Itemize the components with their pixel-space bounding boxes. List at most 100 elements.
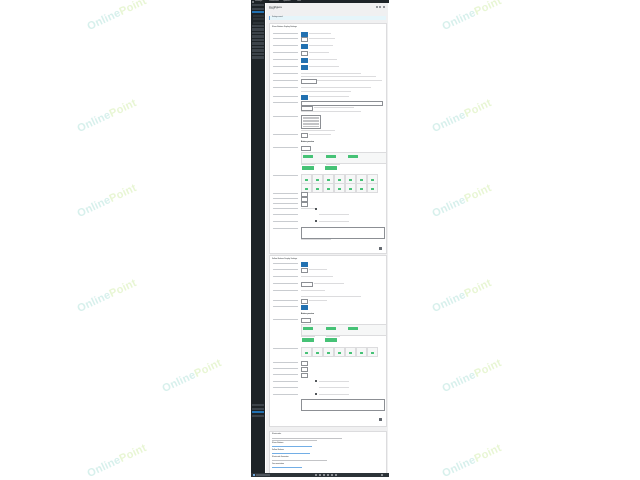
tray-icon[interactable] bbox=[381, 473, 384, 477]
preview-button-large[interactable] bbox=[325, 166, 337, 170]
field-help bbox=[301, 275, 333, 277]
watermark: OnlinePoint bbox=[430, 182, 494, 220]
documentation-link[interactable] bbox=[272, 467, 302, 468]
select-field[interactable] bbox=[301, 51, 308, 56]
taskbar-app-icon[interactable] bbox=[335, 473, 338, 477]
field-help bbox=[314, 282, 344, 284]
style-tile[interactable] bbox=[301, 347, 312, 357]
text-input[interactable] bbox=[301, 101, 383, 106]
select-field[interactable] bbox=[301, 197, 308, 202]
start-icon[interactable] bbox=[252, 473, 255, 477]
field-help bbox=[309, 58, 337, 60]
select-field[interactable] bbox=[301, 202, 308, 207]
select-field[interactable] bbox=[301, 192, 308, 197]
toggle-button[interactable] bbox=[301, 262, 308, 267]
page-subtitle: Settings bbox=[269, 9, 275, 10]
shortcode-link[interactable] bbox=[272, 446, 312, 447]
save-icon[interactable] bbox=[379, 247, 382, 250]
select-field[interactable] bbox=[301, 318, 311, 323]
field-label bbox=[273, 299, 298, 301]
field-label bbox=[273, 58, 298, 60]
toggle-button[interactable] bbox=[301, 32, 308, 37]
field-help bbox=[326, 163, 340, 165]
sidebar-item[interactable] bbox=[252, 414, 264, 417]
watermark: OnlinePoint bbox=[85, 442, 149, 480]
taskbar-app-icon[interactable] bbox=[319, 473, 322, 477]
sidebar-item[interactable] bbox=[252, 38, 264, 42]
preview-button-large[interactable] bbox=[302, 338, 314, 342]
style-tile[interactable] bbox=[323, 347, 334, 357]
sidebar-item-active[interactable] bbox=[252, 11, 264, 14]
field-help bbox=[319, 386, 349, 388]
sidebar-subitem[interactable] bbox=[253, 21, 264, 24]
sidebar-item[interactable] bbox=[252, 404, 264, 407]
description-text bbox=[272, 440, 317, 441]
custom-css-textarea[interactable] bbox=[301, 399, 385, 411]
sidebar-item[interactable] bbox=[252, 52, 264, 56]
field-label bbox=[273, 380, 298, 382]
field-label bbox=[273, 95, 298, 97]
sidebar-subitem[interactable] bbox=[253, 14, 264, 17]
close-icon[interactable] bbox=[382, 6, 385, 9]
select-field[interactable] bbox=[301, 373, 308, 378]
preview-button-large[interactable] bbox=[325, 338, 337, 342]
field-help bbox=[301, 295, 361, 297]
field-help bbox=[319, 380, 349, 382]
text-input[interactable] bbox=[301, 282, 313, 287]
preview-button-large[interactable] bbox=[302, 166, 314, 170]
preview-button[interactable] bbox=[348, 155, 358, 159]
sidebar-item[interactable] bbox=[252, 25, 264, 28]
style-tile[interactable] bbox=[345, 347, 356, 357]
select-field[interactable] bbox=[301, 133, 308, 138]
sidebar-item-active[interactable] bbox=[252, 411, 264, 414]
preview-button[interactable] bbox=[326, 155, 336, 159]
preview-button[interactable] bbox=[326, 327, 336, 331]
help-icon[interactable] bbox=[375, 6, 378, 9]
select-field[interactable] bbox=[301, 367, 308, 372]
taskbar-app-icon[interactable] bbox=[323, 473, 326, 477]
sidebar-item[interactable] bbox=[252, 45, 264, 49]
sidebar-item[interactable] bbox=[252, 407, 264, 410]
shortcode-link[interactable] bbox=[272, 453, 310, 454]
sidebar-item[interactable] bbox=[252, 31, 264, 35]
sidebar-item[interactable] bbox=[252, 49, 264, 52]
select-field[interactable] bbox=[301, 146, 311, 151]
style-tile[interactable] bbox=[312, 347, 323, 357]
field-help bbox=[301, 75, 376, 77]
watermark: OnlinePoint bbox=[440, 357, 504, 395]
field-label bbox=[273, 51, 298, 53]
style-tile[interactable] bbox=[356, 347, 367, 357]
taskbar-app-icon[interactable] bbox=[327, 473, 330, 477]
sidebar-subitem[interactable] bbox=[253, 18, 264, 21]
toggle-button[interactable] bbox=[301, 95, 308, 100]
settings-icon[interactable] bbox=[379, 6, 382, 9]
sidebar-item[interactable] bbox=[252, 56, 264, 59]
toggle-button[interactable] bbox=[301, 65, 308, 70]
taskbar-search[interactable] bbox=[256, 473, 270, 477]
sidebar-item[interactable] bbox=[252, 42, 264, 45]
sidebar-item[interactable] bbox=[252, 35, 264, 38]
select-field[interactable] bbox=[301, 37, 308, 42]
style-tile[interactable] bbox=[334, 347, 345, 357]
preview-button[interactable] bbox=[348, 327, 358, 331]
style-tile[interactable] bbox=[367, 347, 378, 357]
save-icon[interactable] bbox=[379, 418, 382, 421]
select-field[interactable] bbox=[301, 299, 308, 304]
select-field[interactable] bbox=[301, 268, 308, 273]
toggle-button[interactable] bbox=[301, 58, 308, 63]
preview-button[interactable] bbox=[303, 155, 313, 159]
taskbar-app-icon[interactable] bbox=[331, 473, 334, 477]
toggle-button[interactable] bbox=[301, 44, 308, 49]
field-label bbox=[273, 202, 298, 204]
field-label bbox=[273, 275, 298, 277]
taskbar-app-icon[interactable] bbox=[315, 473, 318, 477]
text-input[interactable] bbox=[301, 79, 317, 84]
sidebar-item[interactable] bbox=[252, 4, 264, 7]
sidebar-item[interactable] bbox=[252, 7, 264, 10]
networks-listbox[interactable] bbox=[301, 115, 321, 129]
select-field[interactable] bbox=[301, 361, 308, 366]
sidebar-item[interactable] bbox=[252, 28, 264, 31]
toggle-button[interactable] bbox=[301, 305, 308, 310]
field-label bbox=[273, 289, 298, 291]
preview-button[interactable] bbox=[303, 327, 313, 331]
